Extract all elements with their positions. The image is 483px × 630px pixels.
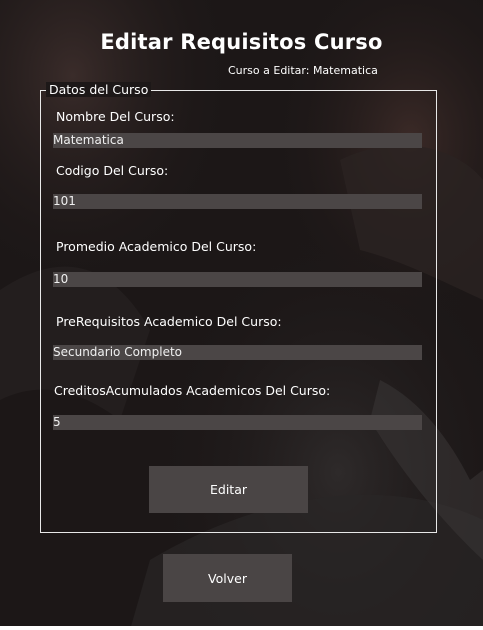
prerequisites-input[interactable]: [53, 345, 422, 360]
accumulated-credits-input[interactable]: [53, 415, 422, 430]
course-name-input[interactable]: [53, 133, 422, 148]
page-title: Editar Requisitos Curso: [100, 30, 383, 54]
bottom-edge: [0, 626, 483, 630]
accumulated-credits-label: CreditosAcumulados Academicos Del Curso:: [54, 383, 331, 398]
course-code-label: Codigo Del Curso:: [56, 163, 169, 178]
academic-average-input[interactable]: [53, 272, 422, 287]
prerequisites-label: PreRequisitos Academico Del Curso:: [56, 314, 282, 329]
course-name-label: Nombre Del Curso:: [56, 109, 175, 124]
edit-button[interactable]: Editar: [149, 466, 308, 513]
course-subtitle: Curso a Editar: Matematica: [228, 64, 378, 77]
group-legend: Datos del Curso: [46, 82, 152, 97]
course-code-input[interactable]: [53, 194, 422, 209]
academic-average-label: Promedio Academico Del Curso:: [56, 239, 257, 254]
back-button[interactable]: Volver: [163, 554, 292, 602]
